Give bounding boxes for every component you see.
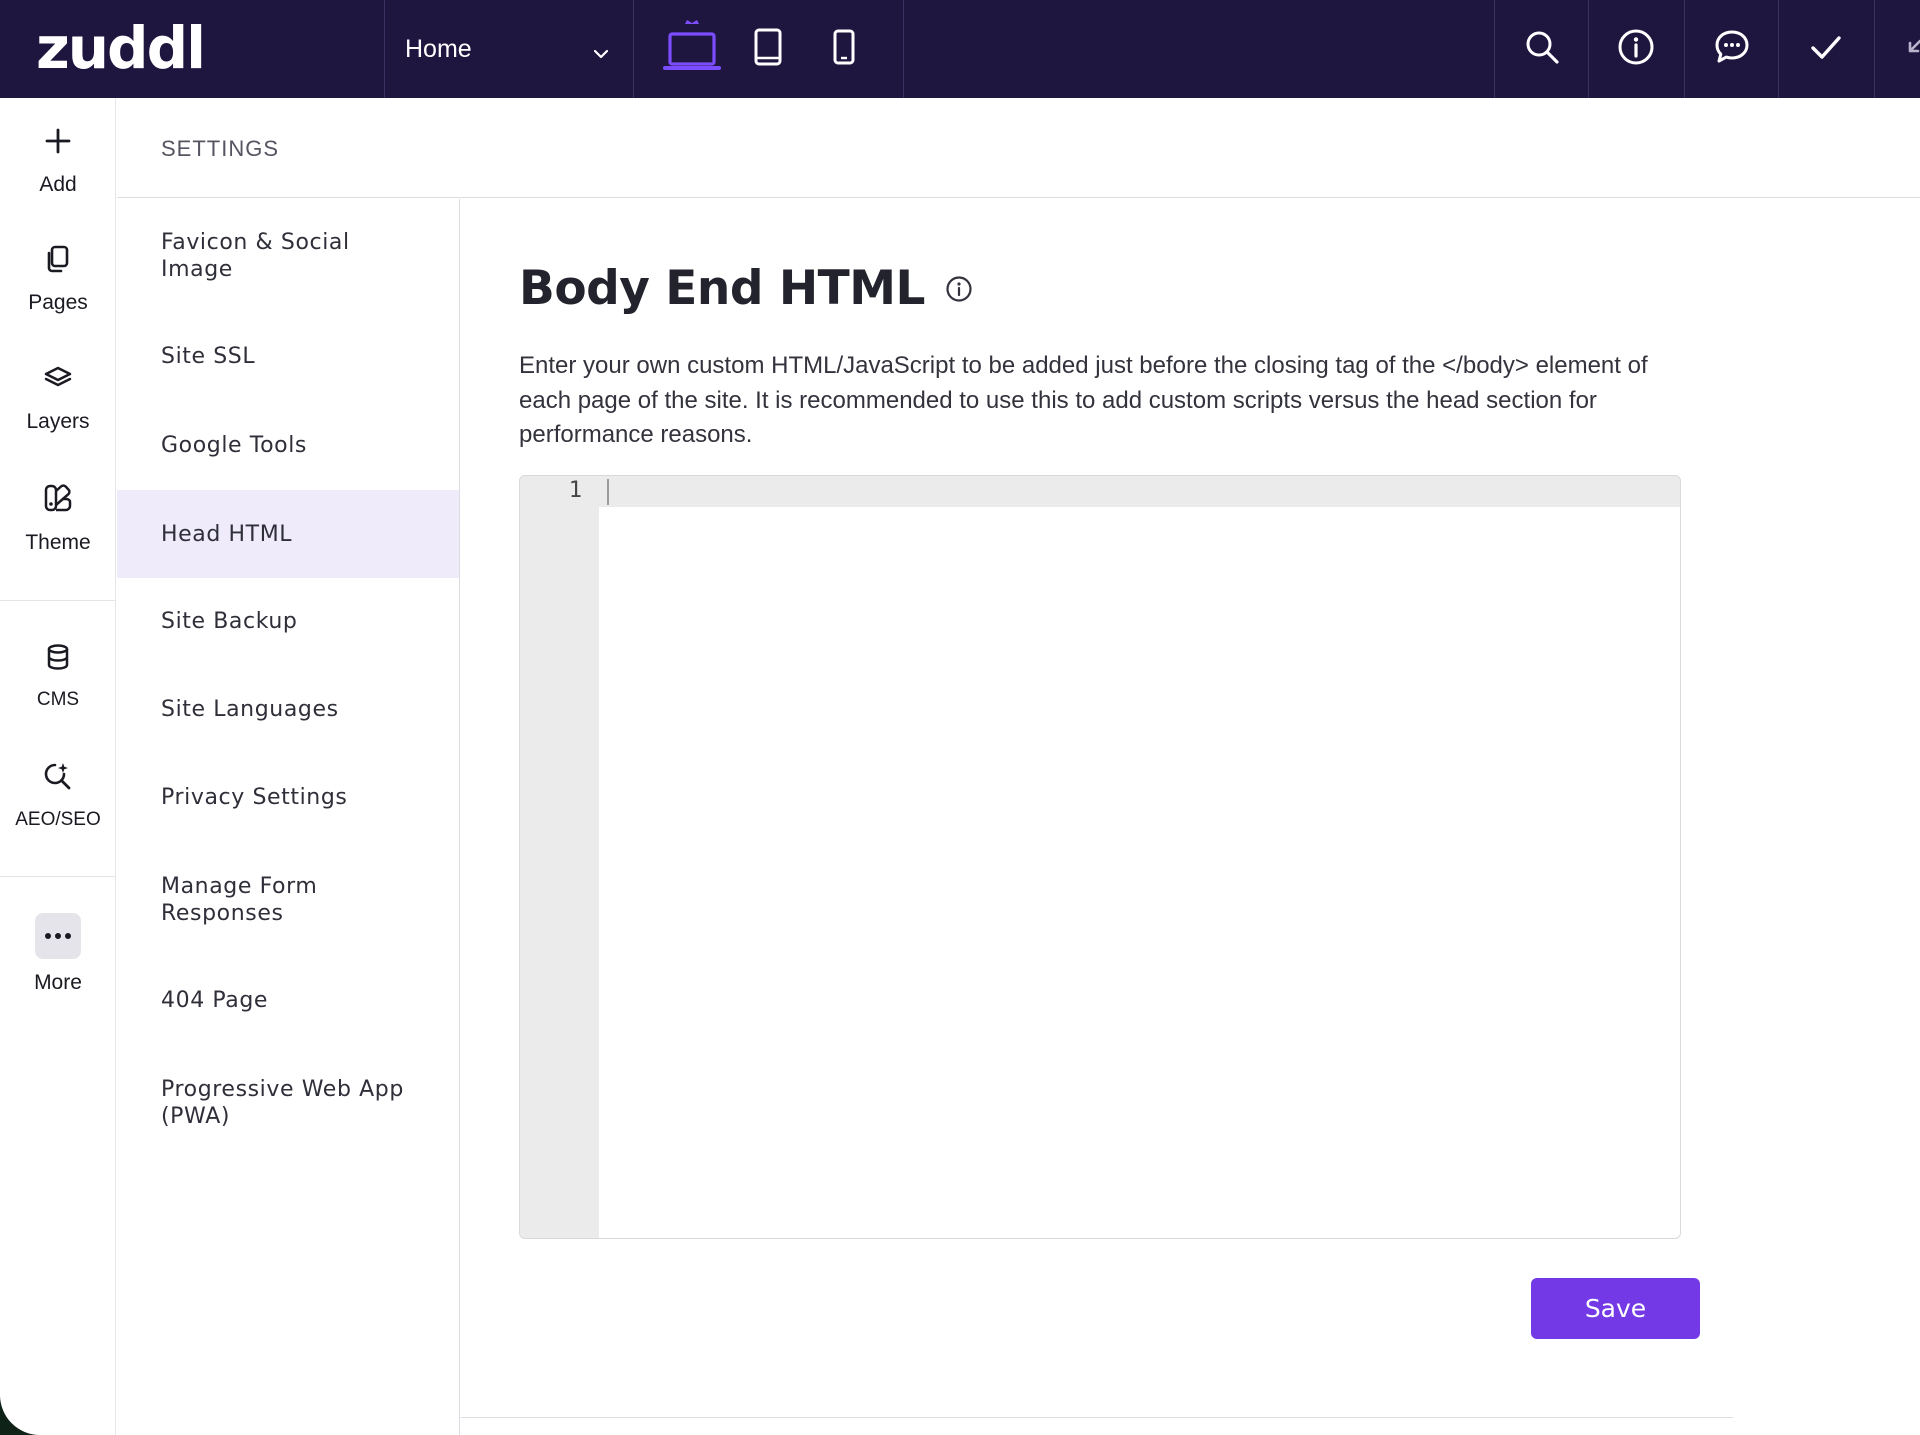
page-title: Body End HTML: [519, 261, 925, 316]
layers-icon: [43, 363, 73, 398]
nav-item-head-html[interactable]: Head HTML: [117, 490, 459, 578]
nav-item-progressive-web-app[interactable]: Progressive Web App (PWA): [117, 1068, 459, 1138]
search-button[interactable]: [1494, 0, 1590, 98]
rail-item-label: AEO/SEO: [15, 809, 101, 830]
rail-item-more[interactable]: More: [0, 913, 116, 995]
nav-item-favicon-social-image[interactable]: Favicon & Social Image: [117, 221, 459, 291]
search-icon: [1522, 27, 1562, 72]
nav-item-google-tools[interactable]: Google Tools: [117, 410, 459, 480]
rail-item-label: More: [34, 971, 82, 994]
main-panel: Body End HTML Enter your own custom HTML…: [461, 199, 1920, 1435]
rail-item-add[interactable]: Add: [0, 126, 116, 197]
rail-item-label: Theme: [25, 531, 91, 554]
line-number-gutter: 1: [520, 476, 599, 1238]
page-selector-value: Home: [405, 34, 472, 63]
comments-button[interactable]: [1684, 0, 1780, 98]
rail-item-cms[interactable]: CMS: [0, 642, 116, 711]
settings-title: SETTINGS: [161, 136, 280, 161]
bottom-divider: [461, 1417, 1733, 1418]
nav-item-site-ssl[interactable]: Site SSL: [117, 321, 459, 391]
tablet-icon: [751, 27, 785, 72]
page-description: Enter your own custom HTML/JavaScript to…: [519, 352, 1648, 448]
database-icon: [43, 642, 73, 677]
comment-icon: [1712, 27, 1752, 72]
nav-item-privacy-settings[interactable]: Privacy Settings: [117, 762, 459, 832]
rail-divider: [0, 876, 116, 877]
rail-item-layers[interactable]: Layers: [0, 363, 116, 434]
page-heading: Body End HTML: [519, 261, 973, 316]
code-editor[interactable]: 1: [519, 475, 1681, 1239]
desktop-view-button[interactable]: [657, 0, 727, 98]
code-input[interactable]: [599, 476, 1680, 1238]
collapse-button[interactable]: [1874, 0, 1920, 98]
plus-icon: [43, 126, 73, 161]
rail-divider: [0, 600, 116, 601]
rail-item-aeo-seo[interactable]: AEO/SEO: [0, 760, 116, 831]
info-icon: [1616, 27, 1656, 72]
info-icon[interactable]: [945, 275, 973, 308]
rail-item-label: Add: [39, 173, 77, 196]
rail-item-theme[interactable]: Theme: [0, 482, 116, 555]
page-selector[interactable]: Home: [385, 0, 633, 98]
collapse-arrow-icon: [1906, 35, 1920, 64]
publish-button[interactable]: [1778, 0, 1874, 98]
info-button[interactable]: [1588, 0, 1684, 98]
save-button[interactable]: Save: [1531, 1278, 1700, 1339]
theme-icon: [42, 482, 74, 519]
mobile-icon: [831, 27, 857, 72]
nav-item-manage-form-responses[interactable]: Manage Form Responses: [117, 865, 459, 935]
line-number: 1: [568, 478, 582, 503]
pages-icon: [43, 244, 73, 279]
desktop-icon: [663, 18, 721, 81]
topbar-divider: [903, 0, 904, 98]
rail-item-label: Layers: [26, 410, 90, 433]
rail-item-pages[interactable]: Pages: [0, 244, 116, 315]
tablet-view-button[interactable]: [733, 0, 803, 98]
top-bar: zuddl Home: [0, 0, 1920, 98]
text-cursor: [607, 479, 609, 505]
rail-item-label: Pages: [28, 291, 88, 314]
nav-item-404-page[interactable]: 404 Page: [117, 965, 459, 1035]
window-corner: [0, 1395, 40, 1435]
settings-nav: Favicon & Social Image Site SSL Google T…: [117, 199, 460, 1435]
seo-search-icon: [42, 760, 74, 797]
topbar-divider: [633, 0, 634, 98]
rail-item-label: CMS: [36, 689, 80, 710]
chevron-down-icon: [593, 38, 609, 67]
nav-item-site-languages[interactable]: Site Languages: [117, 674, 459, 744]
nav-item-site-backup[interactable]: Site Backup: [117, 586, 459, 656]
mobile-view-button[interactable]: [809, 0, 879, 98]
left-rail: Add Pages Layers Theme CMS AEO/SEO More: [0, 98, 116, 1435]
zuddl-logo[interactable]: zuddl: [36, 14, 206, 82]
settings-header: SETTINGS: [117, 98, 1920, 198]
ellipsis-icon: [35, 913, 81, 959]
check-icon: [1806, 27, 1846, 72]
